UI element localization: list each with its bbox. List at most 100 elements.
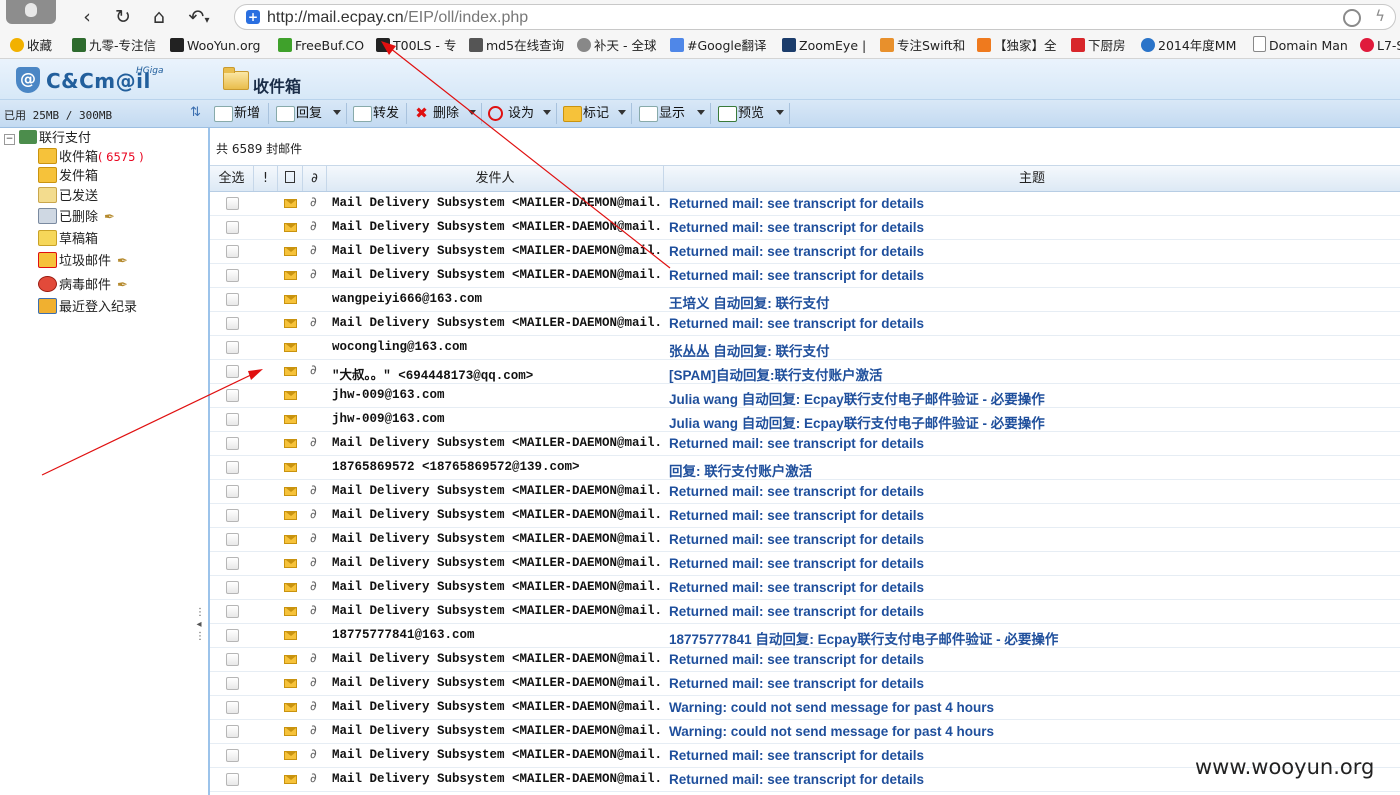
- table-row[interactable]: ∂ Mail Delivery Subsystem <MAILER-DAEMON@…: [210, 240, 1400, 264]
- row-sender[interactable]: Mail Delivery Subsystem <MAILER-DAEMON@m…: [332, 244, 662, 258]
- row-checkbox[interactable]: [226, 197, 239, 210]
- row-subject[interactable]: Returned mail: see transcript for detail…: [669, 508, 924, 523]
- row-checkbox[interactable]: [226, 509, 239, 522]
- bookmark-8[interactable]: ZoomEye |: [782, 36, 866, 56]
- row-sender[interactable]: Mail Delivery Subsystem <MAILER-DAEMON@m…: [332, 604, 662, 618]
- row-subject[interactable]: 张丛丛 自动回复: 联行支付: [669, 340, 830, 360]
- sidebar-item-spam[interactable]: 垃圾邮件 ✒: [38, 252, 128, 272]
- reply-button[interactable]: 回复: [274, 103, 322, 124]
- row-subject[interactable]: Returned mail: see transcript for detail…: [669, 436, 924, 451]
- account-root[interactable]: − 联行支付: [4, 130, 91, 148]
- table-row[interactable]: 18775777841@163.com 18775777841 自动回复: Ecp…: [210, 624, 1400, 648]
- reply-dropdown-icon[interactable]: [333, 110, 341, 115]
- row-sender[interactable]: Mail Delivery Subsystem <MAILER-DAEMON@m…: [332, 724, 662, 738]
- table-row[interactable]: ∂ Mail Delivery Subsystem <MAILER-DAEMON@…: [210, 696, 1400, 720]
- row-checkbox[interactable]: [226, 365, 239, 378]
- row-subject[interactable]: Returned mail: see transcript for detail…: [669, 676, 924, 691]
- sender-header[interactable]: 发件人: [327, 166, 664, 191]
- priority-header[interactable]: !: [254, 166, 278, 191]
- row-checkbox[interactable]: [226, 773, 239, 786]
- bolt-icon[interactable]: ϟ: [1375, 7, 1385, 25]
- read-status-header[interactable]: [278, 166, 303, 191]
- sidebar-collapse-handle[interactable]: ⋮ ◂ ⋮: [195, 608, 205, 650]
- refresh-icon[interactable]: ⇅: [190, 106, 204, 120]
- sidebar-item-login-history[interactable]: 最近登入纪录: [38, 298, 137, 318]
- apple-menu-icon[interactable]: [6, 0, 56, 24]
- table-row[interactable]: ∂ Mail Delivery Subsystem <MAILER-DAEMON@…: [210, 552, 1400, 576]
- mark-dropdown-icon[interactable]: [618, 110, 626, 115]
- row-sender[interactable]: Mail Delivery Subsystem <MAILER-DAEMON@m…: [332, 484, 662, 498]
- row-subject[interactable]: Returned mail: see transcript for detail…: [669, 532, 924, 547]
- row-checkbox[interactable]: [226, 629, 239, 642]
- row-checkbox[interactable]: [226, 557, 239, 570]
- bookmark-2[interactable]: WooYun.org: [170, 36, 260, 56]
- subject-header[interactable]: 主题: [664, 166, 1400, 191]
- row-sender[interactable]: Mail Delivery Subsystem <MAILER-DAEMON@m…: [332, 532, 662, 546]
- table-row[interactable]: ∂ Mail Delivery Subsystem <MAILER-DAEMON@…: [210, 312, 1400, 336]
- table-row[interactable]: ∂ Mail Delivery Subsystem <MAILER-DAEMON@…: [210, 504, 1400, 528]
- set-as-button[interactable]: 设为: [486, 103, 534, 124]
- row-checkbox[interactable]: [226, 413, 239, 426]
- table-row[interactable]: wangpeiyi666@163.com 王培义 自动回复: 联行支付: [210, 288, 1400, 312]
- row-sender[interactable]: 18765869572 <18765869572@139.com>: [332, 460, 662, 474]
- empty-trash-icon[interactable]: ✒: [104, 208, 115, 228]
- row-subject[interactable]: Julia wang 自动回复: Ecpay联行支付电子邮件验证 - 必要操作: [669, 388, 1045, 408]
- table-row[interactable]: 18765869572 <18765869572@139.com> 回复: 联行支…: [210, 456, 1400, 480]
- row-checkbox[interactable]: [226, 389, 239, 402]
- row-subject[interactable]: Returned mail: see transcript for detail…: [669, 316, 924, 331]
- row-sender[interactable]: Mail Delivery Subsystem <MAILER-DAEMON@m…: [332, 196, 662, 210]
- set-as-dropdown-icon[interactable]: [543, 110, 551, 115]
- row-checkbox[interactable]: [226, 677, 239, 690]
- row-sender[interactable]: Mail Delivery Subsystem <MAILER-DAEMON@m…: [332, 436, 662, 450]
- row-subject[interactable]: Returned mail: see transcript for detail…: [669, 220, 924, 235]
- empty-virus-icon[interactable]: ✒: [117, 276, 128, 296]
- bookmark-7[interactable]: #Google翻译: [670, 36, 767, 56]
- row-sender[interactable]: Mail Delivery Subsystem <MAILER-DAEMON@m…: [332, 508, 662, 522]
- row-checkbox[interactable]: [226, 605, 239, 618]
- table-row[interactable]: ∂ Mail Delivery Subsystem <MAILER-DAEMON@…: [210, 432, 1400, 456]
- sidebar-item-trash[interactable]: 已删除 ✒: [38, 208, 115, 228]
- bookmark-10[interactable]: 【独家】全: [977, 36, 1057, 56]
- table-row[interactable]: ∂ Mail Delivery Subsystem <MAILER-DAEMON@…: [210, 216, 1400, 240]
- row-sender[interactable]: jhw-009@163.com: [332, 412, 662, 426]
- row-sender[interactable]: "大叔。。" <694448173@qq.com>: [332, 364, 662, 383]
- row-sender[interactable]: Mail Delivery Subsystem <MAILER-DAEMON@m…: [332, 556, 662, 570]
- sidebar-item-inbox[interactable]: 收件箱( 6575 ): [38, 147, 144, 167]
- sidebar-item-virus[interactable]: 病毒邮件 ✒: [38, 276, 128, 296]
- bookmark-14[interactable]: L7-S: [1360, 36, 1400, 56]
- row-sender[interactable]: wocongling@163.com: [332, 340, 662, 354]
- table-row[interactable]: ∂ Mail Delivery Subsystem <MAILER-DAEMON@…: [210, 672, 1400, 696]
- row-subject[interactable]: Returned mail: see transcript for detail…: [669, 196, 924, 211]
- empty-spam-icon[interactable]: ✒: [117, 252, 128, 272]
- display-button[interactable]: 显示: [637, 103, 685, 124]
- row-subject[interactable]: Warning: could not send message for past…: [669, 700, 994, 715]
- table-row[interactable]: ∂ "大叔。。" <694448173@qq.com> [SPAM]自动回复:联行支…: [210, 360, 1400, 384]
- row-subject[interactable]: Returned mail: see transcript for detail…: [669, 652, 924, 667]
- row-sender[interactable]: Mail Delivery Subsystem <MAILER-DAEMON@m…: [332, 316, 662, 330]
- row-checkbox[interactable]: [226, 245, 239, 258]
- row-checkbox[interactable]: [226, 653, 239, 666]
- row-subject[interactable]: Returned mail: see transcript for detail…: [669, 748, 924, 763]
- row-sender[interactable]: jhw-009@163.com: [332, 388, 662, 402]
- address-bar[interactable]: + http://mail.ecpay.cn/EIP/oll/index.php…: [234, 4, 1396, 30]
- row-sender[interactable]: Mail Delivery Subsystem <MAILER-DAEMON@m…: [332, 700, 662, 714]
- row-checkbox[interactable]: [226, 341, 239, 354]
- bookmark-11[interactable]: 下厨房: [1071, 36, 1126, 56]
- row-checkbox[interactable]: [226, 533, 239, 546]
- bookmark-4[interactable]: T00LS - 专: [376, 36, 456, 56]
- sidebar-item-sent[interactable]: 已发送: [38, 187, 98, 207]
- undo-menu-icon[interactable]: ↶▾: [182, 5, 216, 29]
- forward-button[interactable]: 转发: [351, 103, 399, 124]
- bookmark-12[interactable]: 2014年度MM: [1141, 36, 1236, 56]
- mark-button[interactable]: 标记: [561, 103, 609, 124]
- bookmark-13[interactable]: Domain Man: [1253, 36, 1348, 56]
- row-subject[interactable]: Returned mail: see transcript for detail…: [669, 772, 924, 787]
- row-subject[interactable]: Warning: could not send message for past…: [669, 724, 994, 739]
- row-subject[interactable]: Returned mail: see transcript for detail…: [669, 604, 924, 619]
- bookmark-0[interactable]: 收藏: [10, 36, 52, 56]
- url-text[interactable]: http://mail.ecpay.cn/EIP/oll/index.php: [267, 9, 528, 27]
- row-checkbox[interactable]: [226, 749, 239, 762]
- table-row[interactable]: ∂ Mail Delivery Subsystem <MAILER-DAEMON@…: [210, 480, 1400, 504]
- row-sender[interactable]: Mail Delivery Subsystem <MAILER-DAEMON@m…: [332, 772, 662, 786]
- bookmark-9[interactable]: 专注Swift和: [880, 36, 965, 56]
